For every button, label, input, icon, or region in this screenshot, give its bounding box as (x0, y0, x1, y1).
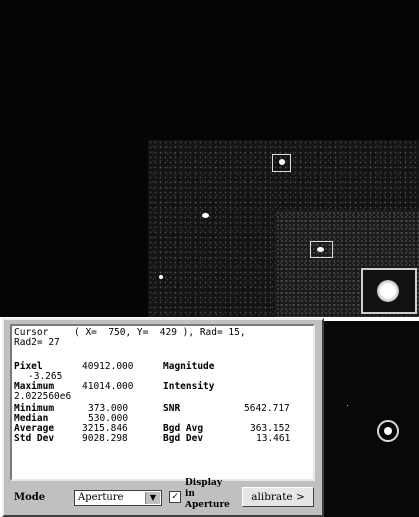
star (202, 213, 209, 218)
bgd-dev-label: Bgd Dev (163, 433, 204, 444)
calibrate-button[interactable]: alibrate > (242, 487, 314, 507)
aperture-ring-icon (377, 420, 399, 442)
intensity-value: 2.022560e6 (14, 391, 72, 402)
zoom-preview (361, 268, 417, 314)
pixel-value: 40912.000 (82, 361, 134, 372)
bgd-dev-value: 13.461 (256, 433, 291, 444)
zoomed-star (377, 280, 399, 302)
mode-label: Mode (14, 492, 46, 503)
stats-panel: Cursor ( X= 750, Y= 429 ), Rad= 15, Rad2… (10, 324, 315, 481)
calibrate-button-label: alibrate > (251, 491, 305, 503)
star-marker-box (310, 241, 333, 258)
star-marker-box (272, 154, 291, 172)
star (159, 275, 163, 279)
magnitude-label: Magnitude (163, 361, 215, 372)
maximum-value: 41014.000 (82, 381, 134, 392)
checkmark-icon: ✓ (171, 491, 179, 502)
display-label-line3: Aperture (185, 501, 230, 510)
cursor-coords: ( X= 750, Y= 429 ), Rad= 15, (74, 327, 246, 338)
snr-label: SNR (163, 403, 181, 414)
mode-select-value: Aperture (78, 492, 124, 503)
image-region-lower[interactable] (324, 321, 419, 517)
snr-value: 5642.717 (244, 403, 290, 414)
astronomy-image-view[interactable] (0, 0, 419, 317)
display-in-aperture-checkbox[interactable]: ✓ (169, 491, 181, 503)
std-dev-value: 9028.298 (82, 433, 128, 444)
std-dev-label: Std Dev (14, 433, 55, 444)
display-label-line1: Display (185, 478, 223, 488)
rad2-value: Rad2= 27 (14, 337, 60, 348)
star (347, 405, 348, 406)
mode-select[interactable]: Aperture ▼ (74, 490, 162, 506)
intensity-label: Intensity (163, 381, 215, 392)
aperture-photometry-dialog: Cursor ( X= 750, Y= 429 ), Rad= 15, Rad2… (2, 318, 324, 517)
chevron-down-icon[interactable]: ▼ (145, 492, 160, 504)
display-label-line2: in (185, 489, 195, 499)
target-star (384, 427, 392, 435)
